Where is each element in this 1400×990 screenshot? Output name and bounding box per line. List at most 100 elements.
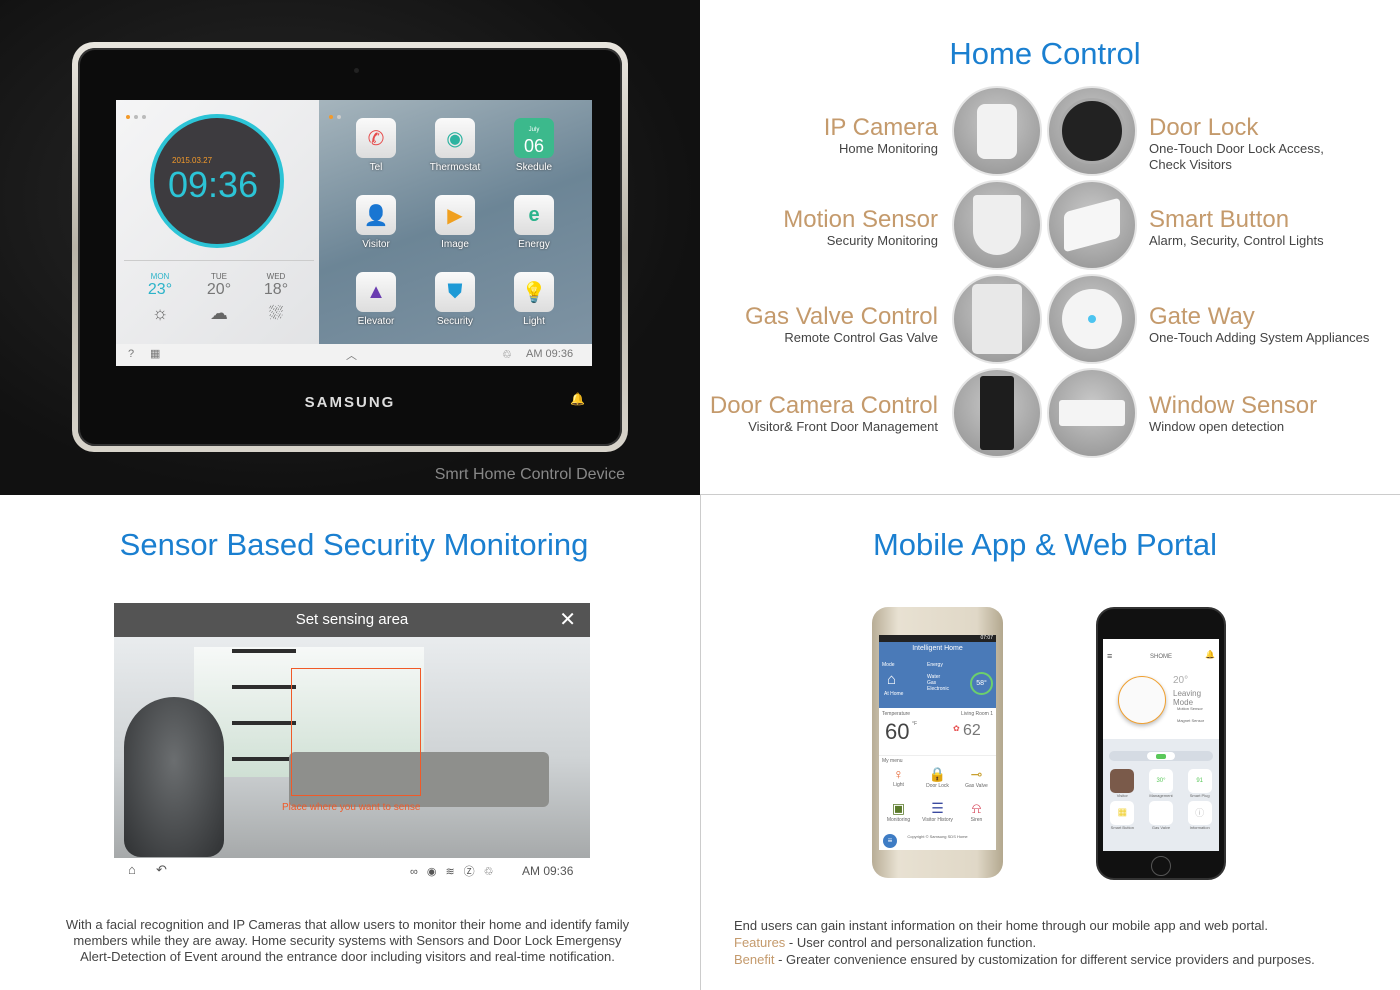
tile-management[interactable]: 30° Management	[1142, 769, 1181, 798]
home-icon[interactable]: ⌂	[128, 862, 136, 877]
camera-feed: Place where you want to sense	[114, 637, 590, 858]
app-tel[interactable]: ✆ Tel	[341, 118, 411, 173]
bulb-icon: 💡	[514, 272, 554, 312]
back-icon[interactable]: ↶	[156, 862, 167, 878]
status-bar: ? ▦ ︿ ♲ AM 09:36	[116, 344, 592, 366]
status-time: AM 09:36	[526, 348, 574, 360]
calendar-icon: July 06	[514, 118, 554, 158]
iphone-title: SHOME	[1149, 654, 1172, 660]
chevron-up-icon[interactable]: ︿	[346, 347, 357, 363]
door-lock-image	[1047, 86, 1137, 176]
clock-widget: 2015.03.27 09:36	[150, 114, 284, 248]
home-control-title: Home Control	[949, 36, 1141, 71]
menu-fab[interactable]: ≡	[883, 834, 897, 848]
close-icon[interactable]: ✕	[559, 607, 576, 632]
android-menu: ♀ Light 🔒 Door Lock ⊸ Gas Valve ▣ Monitoring…	[879, 766, 996, 834]
menu-light[interactable]: ♀ Light	[879, 766, 918, 800]
camera-lens	[354, 68, 359, 73]
tile-information[interactable]: ⓘ Information	[1180, 801, 1219, 830]
feature-gateway: Gate Way One-Touch Adding System Applianc…	[1149, 303, 1370, 346]
weather-day: MON 23° ☼	[130, 272, 190, 324]
feature-door-lock: Door Lock One-Touch Door Lock Access, Chec…	[1149, 114, 1324, 173]
feature-smart-button: Smart Button Alarm, Security, Control Lig…	[1149, 206, 1324, 249]
app-security[interactable]: ⛊ Security	[420, 272, 490, 327]
menu-siren[interactable]: ⍾ Siren	[957, 800, 996, 834]
link-icon: ∞	[410, 866, 427, 878]
feature-gas-valve: Gas Valve Control Remote Control Gas Valv…	[745, 303, 938, 346]
smart-button-image	[1047, 180, 1137, 270]
energy-icon: e	[514, 195, 554, 235]
tile-smart-button[interactable]: ▦ Smart Button	[1103, 801, 1142, 830]
android-header: Intelligent Home Mode ⌂ At Home Energy W…	[879, 642, 996, 708]
tile-visitor[interactable]: Visitor	[1103, 769, 1142, 798]
network-icon: ♲	[502, 349, 512, 361]
android-screen: 07:07 Intelligent Home Mode ⌂ At Home En…	[879, 635, 996, 850]
panel-header: Set sensing area ✕	[114, 603, 590, 637]
current-temp: 60	[885, 719, 910, 744]
app-visitor[interactable]: 👤 Visitor	[341, 195, 411, 250]
weather-day: WED 18° ⛆	[246, 272, 306, 324]
menu-door-lock[interactable]: 🔒 Door Lock	[918, 766, 957, 800]
iphone: ≡ SHOME 🔔 20° Leaving Mode Motion Sensor…	[1096, 607, 1226, 880]
gas-valve-image	[952, 274, 1042, 364]
wifi-icon: ≋	[445, 866, 464, 878]
sensing-hint: Place where you want to sense	[282, 802, 421, 813]
android-status-time: 07:07	[879, 635, 996, 642]
clock-time: 09:36	[168, 164, 259, 205]
divider	[700, 494, 1400, 495]
motion-sensor-image	[952, 180, 1042, 270]
shield-icon: ⛊	[435, 272, 475, 312]
energy-gauge: 58°	[970, 672, 993, 695]
target-temp: 62	[963, 722, 981, 739]
grid-icon[interactable]: ▦	[150, 347, 160, 360]
phone-icon: ✆	[356, 118, 396, 158]
door-camera-image	[952, 368, 1042, 458]
rain-icon: ⛆	[268, 303, 284, 323]
device-caption: Smrt Home Control Device	[434, 466, 625, 483]
tile-gas-valve[interactable]: Gas Valve	[1142, 801, 1181, 830]
eye-icon: ◉	[426, 866, 446, 878]
cloud-icon: ☁	[210, 303, 228, 323]
home-button[interactable]	[1151, 856, 1171, 876]
mobile-title: Mobile App & Web Portal	[872, 527, 1218, 562]
clock-panel: 2015.03.27 09:36 MON 23° ☼ TUE 20° ☁ WED 18° ⛆	[116, 100, 319, 344]
gateway-image	[1047, 274, 1137, 364]
help-icon[interactable]: ?	[128, 348, 134, 360]
menu-monitoring[interactable]: ▣ Monitoring	[879, 800, 918, 834]
house-icon: ⌂	[887, 671, 897, 688]
android-phone: 07:07 Intelligent Home Mode ⌂ At Home En…	[872, 607, 1003, 878]
window-sensor-image	[1047, 368, 1137, 458]
app-image[interactable]: ▶ Image	[420, 195, 490, 250]
device-panel: 2015.03.27 09:36 MON 23° ☼ TUE 20° ☁ WED 18° ⛆…	[0, 0, 700, 495]
android-title: Intelligent Home	[912, 645, 963, 652]
camera-time: AM 09:36	[522, 864, 574, 878]
target-icon: ✿	[953, 724, 960, 733]
samsung-logo: SAMSUNG	[304, 394, 396, 411]
thermostat-icon: ◉	[435, 118, 475, 158]
app-energy[interactable]: e Energy	[499, 195, 569, 250]
visitor-icon: 👤	[356, 195, 396, 235]
app-thermostat[interactable]: ◉ Thermostat	[420, 118, 490, 173]
app-skedule[interactable]: July 06 Skedule	[499, 118, 569, 173]
divider	[700, 495, 701, 990]
feature-ip-camera: IP Camera Home Monitoring	[823, 114, 938, 157]
tile-smart-plug[interactable]: 91 Smart Plug	[1180, 769, 1219, 798]
feature-motion-sensor: Motion Sensor Security Monitoring	[783, 206, 938, 249]
menu-visitor-history[interactable]: ☰ Visitor History	[918, 800, 957, 834]
app-elevator[interactable]: ▲ Elevator	[341, 272, 411, 327]
mode-switch[interactable]	[1109, 751, 1213, 761]
app-light[interactable]: 💡 Light	[499, 272, 569, 327]
security-title: Sensor Based Security Monitoring	[119, 527, 589, 562]
tablet-screen: 2015.03.27 09:36 MON 23° ☼ TUE 20° ☁ WED 18° ⛆…	[116, 100, 592, 366]
iphone-screen: ≡ SHOME 🔔 20° Leaving Mode Motion Sensor…	[1103, 639, 1219, 851]
sensing-area-box[interactable]	[291, 668, 421, 796]
alarm-icon[interactable]: 🔔	[570, 392, 585, 406]
bookshelf	[232, 649, 296, 789]
z-icon: Ⓩ	[463, 866, 484, 878]
mode-dial[interactable]	[1118, 676, 1166, 724]
bell-icon[interactable]: 🔔	[1205, 650, 1215, 659]
status-icons: ∞◉≋Ⓩ♲	[410, 863, 503, 879]
weather-day: TUE 20° ☁	[189, 272, 249, 324]
feature-window-sensor: Window Sensor Window open detection	[1149, 392, 1318, 435]
menu-gas-valve[interactable]: ⊸ Gas Valve	[957, 766, 996, 800]
